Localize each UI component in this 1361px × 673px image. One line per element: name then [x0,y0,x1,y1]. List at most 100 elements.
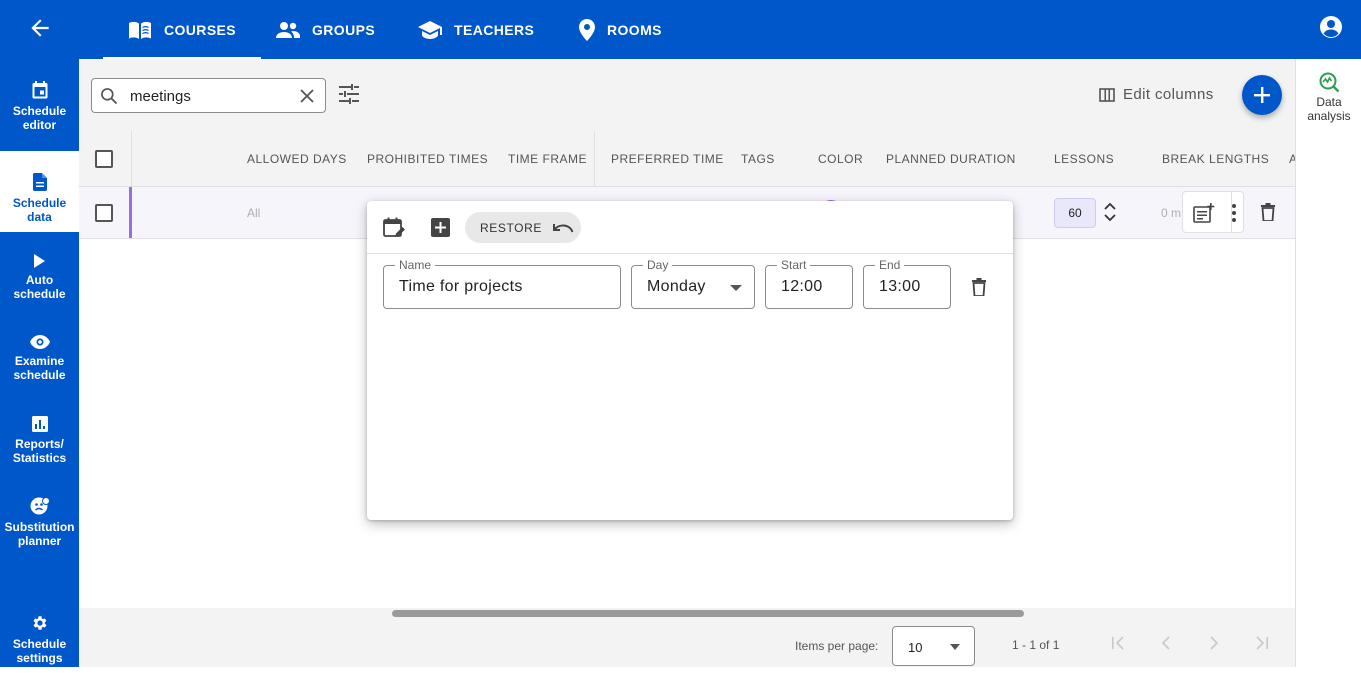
next-page-icon[interactable] [1209,636,1219,650]
edit-columns-button[interactable]: Edit columns [1099,86,1214,103]
dropdown-arrow-icon [950,644,960,650]
horizontal-scrollbar[interactable] [79,608,1295,618]
sidebar-item-auto-schedule[interactable]: Auto schedule [0,232,79,313]
day-select-value: Monday [647,278,706,295]
column-header-allowed-days[interactable]: ALLOWED DAYS [247,152,347,166]
end-time-label: End [875,258,905,272]
data-analysis-button[interactable]: Data analysis [1296,71,1361,123]
bar-chart-icon [31,416,48,432]
tab-groups[interactable]: GROUPS [276,0,375,59]
row-checkbox[interactable] [95,204,113,222]
school-icon [418,20,442,39]
column-header-tags[interactable]: TAGS [741,152,775,166]
tune-icon[interactable] [338,84,360,104]
name-field-value: Time for projects [399,278,523,295]
prohibited-times-editor-popup: RESTORE Name Time for projects Day Monda… [367,201,1013,520]
name-field[interactable]: Name Time for projects [383,258,621,309]
previous-page-icon[interactable] [1161,636,1171,650]
column-header-prohibited-times[interactable]: PROHIBITED TIMES [367,152,488,166]
sidebar: Schedule editor Schedule data Auto sched… [0,59,79,667]
play-icon [33,254,45,268]
end-time-field[interactable]: End 13:00 [863,258,951,309]
restore-label: RESTORE [480,220,542,235]
search-icon [101,88,118,105]
more-vertical-icon[interactable] [1232,204,1236,222]
select-all-checkbox[interactable] [95,150,113,168]
items-per-page-label: Items per page: [795,639,879,653]
items-per-page-value: 10 [908,640,923,655]
sidebar-item-schedule-settings[interactable]: Schedule settings [0,592,79,673]
sidebar-item-examine-schedule[interactable]: Examine schedule [0,313,79,394]
tab-courses[interactable]: COURSES [102,0,262,59]
tab-label: TEACHERS [454,21,535,38]
column-divider [594,131,595,186]
column-header-preferred-time[interactable]: PREFERRED TIME [611,152,724,166]
end-time-value: 13:00 [879,278,921,295]
pagination-range: 1 - 1 of 1 [1012,638,1060,652]
delete-icon[interactable] [972,278,986,296]
sidebar-item-label: Schedule data [12,196,67,224]
restore-button[interactable]: RESTORE [465,212,581,243]
column-divider [131,131,132,186]
add-note-icon[interactable] [1193,203,1215,223]
scrollbar-thumb[interactable] [392,610,1024,617]
substitution-icon [30,497,50,515]
people-icon [276,21,300,38]
gear-icon [33,616,46,630]
row-color-accent [129,187,132,238]
popup-toolbar: RESTORE [367,201,1013,254]
right-panel: Data analysis [1295,59,1361,667]
column-header-time-frame[interactable]: TIME FRAME [508,152,587,166]
map-pin-icon [579,18,595,41]
tab-label: ROOMS [607,21,662,38]
data-analysis-icon [1319,72,1340,93]
sidebar-item-schedule-data[interactable]: Schedule data [0,151,79,232]
last-page-icon[interactable] [1255,636,1269,650]
start-time-value: 12:00 [781,278,823,295]
back-arrow-icon[interactable] [27,15,53,41]
search-input[interactable] [130,85,290,107]
tab-label: GROUPS [312,21,376,38]
tab-teachers[interactable]: TEACHERS [418,0,534,59]
day-select-label: Day [643,258,673,272]
column-header-lessons[interactable]: LESSONS [1054,152,1114,166]
sidebar-item-schedule-editor[interactable]: Schedule editor [0,59,79,140]
sidebar-item-label: Examine schedule [13,354,66,382]
calendar-icon [32,81,47,99]
clear-icon[interactable] [299,88,315,104]
tab-label: COURSES [164,21,237,38]
table-toolbar: Edit columns [79,59,1295,131]
lessons-input[interactable]: 60 [1054,198,1096,228]
add-course-button[interactable] [1242,75,1282,115]
first-page-icon[interactable] [1111,636,1125,650]
sidebar-item-label: Auto schedule [13,273,66,301]
search-box [91,78,326,113]
tab-rooms[interactable]: ROOMS [579,0,662,59]
start-time-field[interactable]: Start 12:00 [765,258,853,309]
day-select[interactable]: Day Monday [631,258,755,309]
sidebar-item-reports-statistics[interactable]: Reports/ Statistics [0,394,79,475]
column-header-planned-duration[interactable]: PLANNED DURATION [886,152,1016,166]
columns-icon [1099,87,1115,102]
name-field-label: Name [395,258,436,272]
sidebar-item-label: Schedule settings [12,637,67,665]
start-time-label: Start [777,258,811,272]
sidebar-item-substitution-planner[interactable]: Substitution planner [0,475,79,556]
allowed-days-value: All [247,206,261,220]
account-circle-icon[interactable] [1319,15,1343,39]
calendar-edit-icon[interactable] [383,217,405,239]
sidebar-item-label: Schedule editor [12,104,67,132]
data-analysis-label: Data analysis [1307,95,1351,123]
edit-columns-label: Edit columns [1123,86,1214,103]
delete-icon[interactable] [1261,203,1275,221]
add-box-icon[interactable] [431,218,450,237]
items-per-page-select[interactable]: 10 [892,626,975,666]
document-icon [32,173,47,191]
break-lengths-value: 0 m [1161,206,1182,220]
column-header-color[interactable]: COLOR [818,152,863,166]
plus-icon [1254,87,1270,103]
unfold-icon[interactable] [1103,201,1117,223]
book-open-icon [129,21,151,39]
eye-icon [29,335,50,349]
column-header-break-lengths[interactable]: BREAK LENGTHS [1162,152,1269,166]
